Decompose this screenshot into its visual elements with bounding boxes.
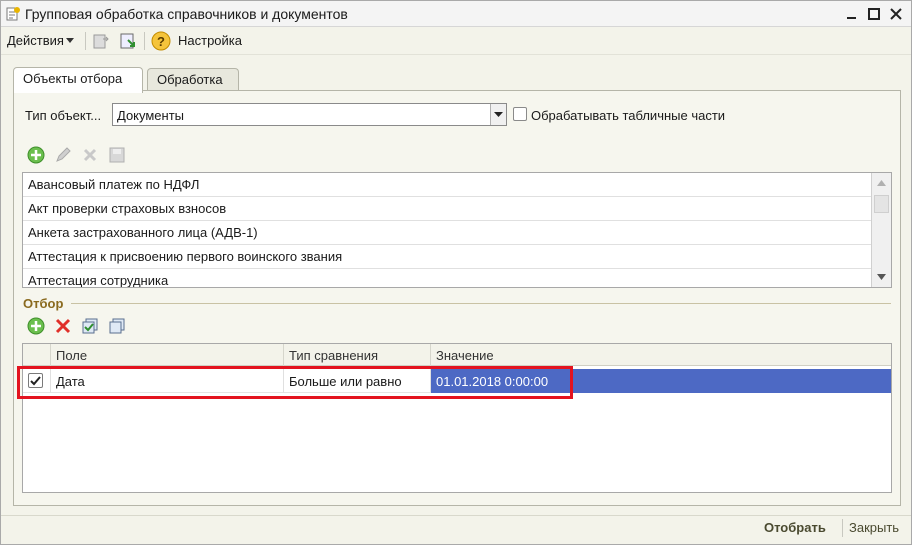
- object-type-label: Тип объект...: [25, 108, 102, 123]
- footer-separator: [842, 519, 843, 537]
- save-icon[interactable]: [107, 145, 127, 165]
- filter-divider: [71, 303, 891, 304]
- list-item[interactable]: Аттестация сотрудника: [23, 269, 871, 287]
- actions-label: Действия: [7, 33, 64, 48]
- select-button[interactable]: Отобрать: [764, 520, 826, 535]
- close-button[interactable]: Закрыть: [849, 520, 899, 535]
- list-item[interactable]: Авансовый платеж по НДФЛ: [23, 173, 871, 197]
- title-bar: Групповая обработка справочников и докум…: [1, 1, 911, 27]
- table-header: Поле Тип сравнения Значение: [23, 344, 891, 366]
- svg-text:?: ?: [157, 34, 165, 49]
- header-check-column: [23, 344, 51, 366]
- maximize-icon[interactable]: [864, 4, 884, 24]
- toolbar: Действия ? Настройка: [1, 27, 911, 55]
- object-type-value: Документы: [117, 108, 185, 123]
- list-item[interactable]: Аттестация к присвоению первого воинског…: [23, 245, 871, 269]
- help-icon[interactable]: ?: [151, 31, 171, 51]
- list-item[interactable]: Акт проверки страховых взносов: [23, 197, 871, 221]
- edit-icon[interactable]: [53, 145, 73, 165]
- window: Групповая обработка справочников и докум…: [0, 0, 912, 545]
- add-filter-icon[interactable]: [26, 316, 46, 336]
- list-item[interactable]: Анкета застрахованного лица (АДВ-1): [23, 221, 871, 245]
- uncheck-all-icon[interactable]: [107, 316, 127, 336]
- add-icon[interactable]: [26, 145, 46, 165]
- highlight-annotation: [17, 366, 573, 399]
- scroll-up-icon[interactable]: [874, 175, 889, 190]
- tab-filter-objects[interactable]: Объекты отбора: [13, 67, 143, 93]
- settings-button[interactable]: Настройка: [178, 33, 242, 48]
- object-type-select[interactable]: Документы: [112, 103, 507, 126]
- column-header-field[interactable]: Поле: [51, 344, 284, 366]
- scroll-thumb[interactable]: [874, 195, 889, 213]
- actions-menu[interactable]: Действия: [7, 33, 74, 48]
- footer-divider: [1, 515, 911, 516]
- process-tabular-checkbox[interactable]: [513, 107, 527, 121]
- delete-filter-icon[interactable]: [53, 316, 73, 336]
- filter-section-title: Отбор: [23, 296, 64, 311]
- vertical-scrollbar[interactable]: [871, 173, 891, 287]
- app-icon: [5, 6, 21, 22]
- save-settings-icon[interactable]: [118, 31, 138, 51]
- toolbar-divider: [85, 32, 86, 50]
- load-icon[interactable]: [91, 31, 111, 51]
- tab-processing[interactable]: Обработка: [147, 68, 239, 90]
- check-all-icon[interactable]: [80, 316, 100, 336]
- close-icon[interactable]: [886, 4, 906, 24]
- toolbar-divider: [144, 32, 145, 50]
- minimize-icon[interactable]: [842, 4, 862, 24]
- process-tabular-label: Обрабатывать табличные части: [531, 108, 726, 123]
- column-header-value[interactable]: Значение: [431, 344, 891, 366]
- window-title: Групповая обработка справочников и докум…: [25, 6, 348, 22]
- delete-icon[interactable]: [80, 145, 100, 165]
- scroll-down-icon[interactable]: [874, 269, 889, 284]
- objects-list[interactable]: Авансовый платеж по НДФЛ Акт проверки ст…: [22, 172, 892, 288]
- chevron-down-icon: [65, 37, 74, 43]
- column-header-comparison[interactable]: Тип сравнения: [284, 344, 431, 366]
- dropdown-arrow-icon[interactable]: [490, 104, 506, 125]
